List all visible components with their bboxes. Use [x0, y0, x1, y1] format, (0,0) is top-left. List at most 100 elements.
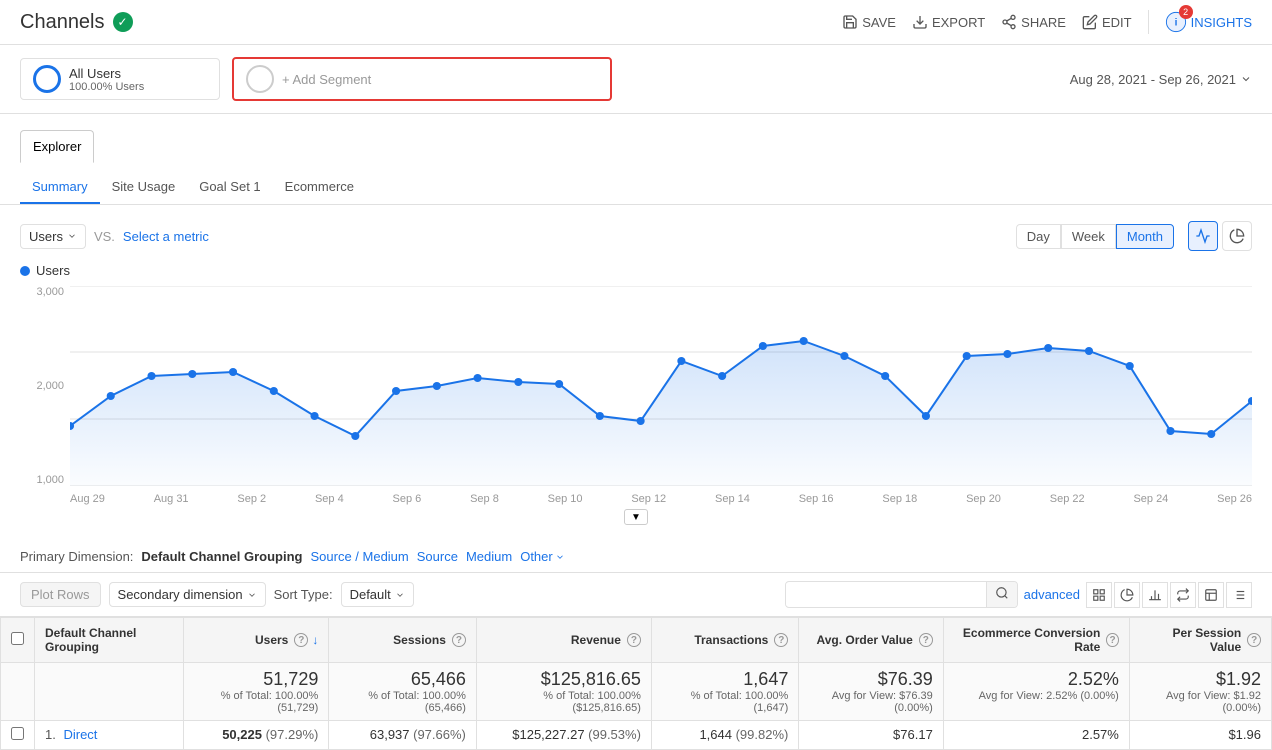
users-help-icon[interactable]: ?	[294, 633, 308, 647]
search-input[interactable]	[786, 583, 986, 606]
revenue-help-icon[interactable]: ?	[627, 633, 641, 647]
x-axis: Aug 29 Aug 31 Sep 2 Sep 4 Sep 6 Sep 8 Se…	[70, 489, 1252, 505]
tab-goal-set[interactable]: Goal Set 1	[187, 171, 272, 204]
pivot-icon[interactable]	[1198, 582, 1224, 608]
top-bar-actions: SAVE EXPORT SHARE EDIT i 2 INSIGHTS	[842, 10, 1252, 34]
conv-rate-help-icon[interactable]: ?	[1106, 633, 1119, 647]
day-button[interactable]: Day	[1016, 224, 1061, 249]
save-icon	[842, 14, 858, 30]
chevron-down-icon	[555, 552, 565, 562]
row-checkbox[interactable]	[11, 727, 24, 740]
search-icon	[995, 586, 1009, 600]
share-button[interactable]: SHARE	[1001, 14, 1066, 30]
chart-svg	[70, 286, 1252, 486]
y-axis: 3,000 2,000 1,000	[20, 286, 70, 486]
verified-icon: ✓	[113, 12, 133, 32]
table-row: 1. Direct 50,225 (97.29%) 63,937 (97.66%…	[1, 721, 1272, 750]
tab-site-usage[interactable]: Site Usage	[100, 171, 188, 204]
segment-sub: 100.00% Users	[69, 81, 144, 93]
metric-selector[interactable]: Users	[20, 224, 86, 249]
chart-controls: Users VS. Select a metric Day Week Month	[20, 221, 1252, 251]
tab-summary[interactable]: Summary	[20, 171, 100, 204]
plot-rows-button[interactable]: Plot Rows	[20, 582, 101, 607]
pie-chart-icon[interactable]	[1222, 221, 1252, 251]
header-checkbox-cell	[1, 618, 35, 663]
active-dimension: Default Channel Grouping	[141, 549, 302, 564]
source-medium-link[interactable]: Source / Medium	[310, 549, 408, 564]
avg-order-help-icon[interactable]: ?	[919, 633, 933, 647]
totals-row: 51,729 % of Total: 100.00% (51,729) 65,4…	[1, 663, 1272, 721]
chart-container: 3,000 2,000 1,000	[20, 286, 1252, 525]
segment-name: All Users	[69, 66, 144, 81]
tab-ecommerce[interactable]: Ecommerce	[273, 171, 366, 204]
table-grid-icon[interactable]	[1086, 582, 1112, 608]
advanced-link[interactable]: advanced	[1024, 587, 1080, 602]
source-link[interactable]: Source	[417, 549, 458, 564]
divider	[1148, 10, 1149, 34]
table-view-icons	[1086, 582, 1252, 608]
explorer-section: Explorer Summary Site Usage Goal Set 1 E…	[0, 114, 1272, 205]
pie-view-icon[interactable]	[1114, 582, 1140, 608]
view-icons	[1188, 221, 1252, 251]
add-segment-circle	[246, 65, 274, 93]
time-buttons: Day Week Month	[1016, 224, 1174, 249]
other-dropdown[interactable]: Other	[520, 549, 565, 564]
segment-row: All Users 100.00% Users + Add Segment Au…	[0, 45, 1272, 114]
header-revenue: Revenue ?	[476, 618, 651, 663]
transactions-help-icon[interactable]: ?	[774, 633, 788, 647]
date-range-picker[interactable]: Aug 28, 2021 - Sep 26, 2021	[1070, 72, 1252, 87]
chevron-down-icon	[67, 231, 77, 241]
top-bar: Channels ✓ SAVE EXPORT SHARE EDIT i 2 IN…	[0, 0, 1272, 45]
medium-link[interactable]: Medium	[466, 549, 512, 564]
insights-badge: 2	[1179, 5, 1193, 19]
edit-button[interactable]: EDIT	[1082, 14, 1132, 30]
add-segment-button[interactable]: + Add Segment	[232, 57, 612, 101]
share-icon	[1001, 14, 1017, 30]
segment-circle	[33, 65, 61, 93]
all-users-segment: All Users 100.00% Users	[20, 58, 220, 100]
custom-view-icon[interactable]	[1226, 582, 1252, 608]
page-title: Channels ✓	[20, 11, 133, 34]
export-button[interactable]: EXPORT	[912, 14, 985, 30]
chart-expand-button[interactable]: ▼	[624, 509, 648, 525]
sessions-help-icon[interactable]: ?	[452, 633, 466, 647]
bar-view-icon[interactable]	[1142, 582, 1168, 608]
search-button[interactable]	[986, 582, 1017, 607]
edit-icon	[1082, 14, 1098, 30]
week-button[interactable]: Week	[1061, 224, 1116, 249]
chevron-down-icon	[395, 590, 405, 600]
compare-icon[interactable]	[1170, 582, 1196, 608]
export-icon	[912, 14, 928, 30]
legend-dot	[20, 266, 30, 276]
secondary-dimension-dropdown[interactable]: Secondary dimension	[109, 582, 266, 607]
search-box	[785, 581, 1018, 608]
data-table: Default Channel Grouping Users ? ↓ Sessi…	[0, 617, 1272, 750]
per-session-help-icon[interactable]: ?	[1247, 633, 1261, 647]
chart-legend: Users	[20, 263, 1252, 278]
svg-text:i: i	[1174, 18, 1177, 29]
page-title-text: Channels	[20, 11, 105, 34]
header-sessions: Sessions ?	[329, 618, 477, 663]
header-transactions: Transactions ?	[651, 618, 798, 663]
select-metric[interactable]: Select a metric	[123, 229, 209, 244]
header-per-session: Per Session Value ?	[1129, 618, 1271, 663]
primary-dimension-bar: Primary Dimension: Default Channel Group…	[0, 541, 1272, 573]
chart-section: Users VS. Select a metric Day Week Month	[0, 205, 1272, 541]
header-channel-grouping: Default Channel Grouping	[35, 618, 184, 663]
chevron-down-icon	[1240, 73, 1252, 85]
month-button[interactable]: Month	[1116, 224, 1174, 249]
explorer-tab[interactable]: Explorer	[20, 130, 94, 163]
channel-link-direct[interactable]: Direct	[63, 727, 97, 742]
sub-tabs: Summary Site Usage Goal Set 1 Ecommerce	[20, 163, 1252, 204]
header-users: Users ? ↓	[183, 618, 328, 663]
data-table-wrapper: Default Channel Grouping Users ? ↓ Sessi…	[0, 617, 1272, 750]
line-chart-icon[interactable]	[1188, 221, 1218, 251]
save-button[interactable]: SAVE	[842, 14, 896, 30]
sort-type-dropdown[interactable]: Default	[341, 582, 414, 607]
select-all-checkbox[interactable]	[11, 632, 24, 645]
filter-row: Plot Rows Secondary dimension Sort Type:…	[0, 573, 1272, 617]
chevron-down-icon	[247, 590, 257, 600]
header-avg-order: Avg. Order Value ?	[799, 618, 943, 663]
users-sort-arrow[interactable]: ↓	[312, 633, 318, 647]
insights-button[interactable]: i 2 INSIGHTS	[1165, 11, 1252, 33]
